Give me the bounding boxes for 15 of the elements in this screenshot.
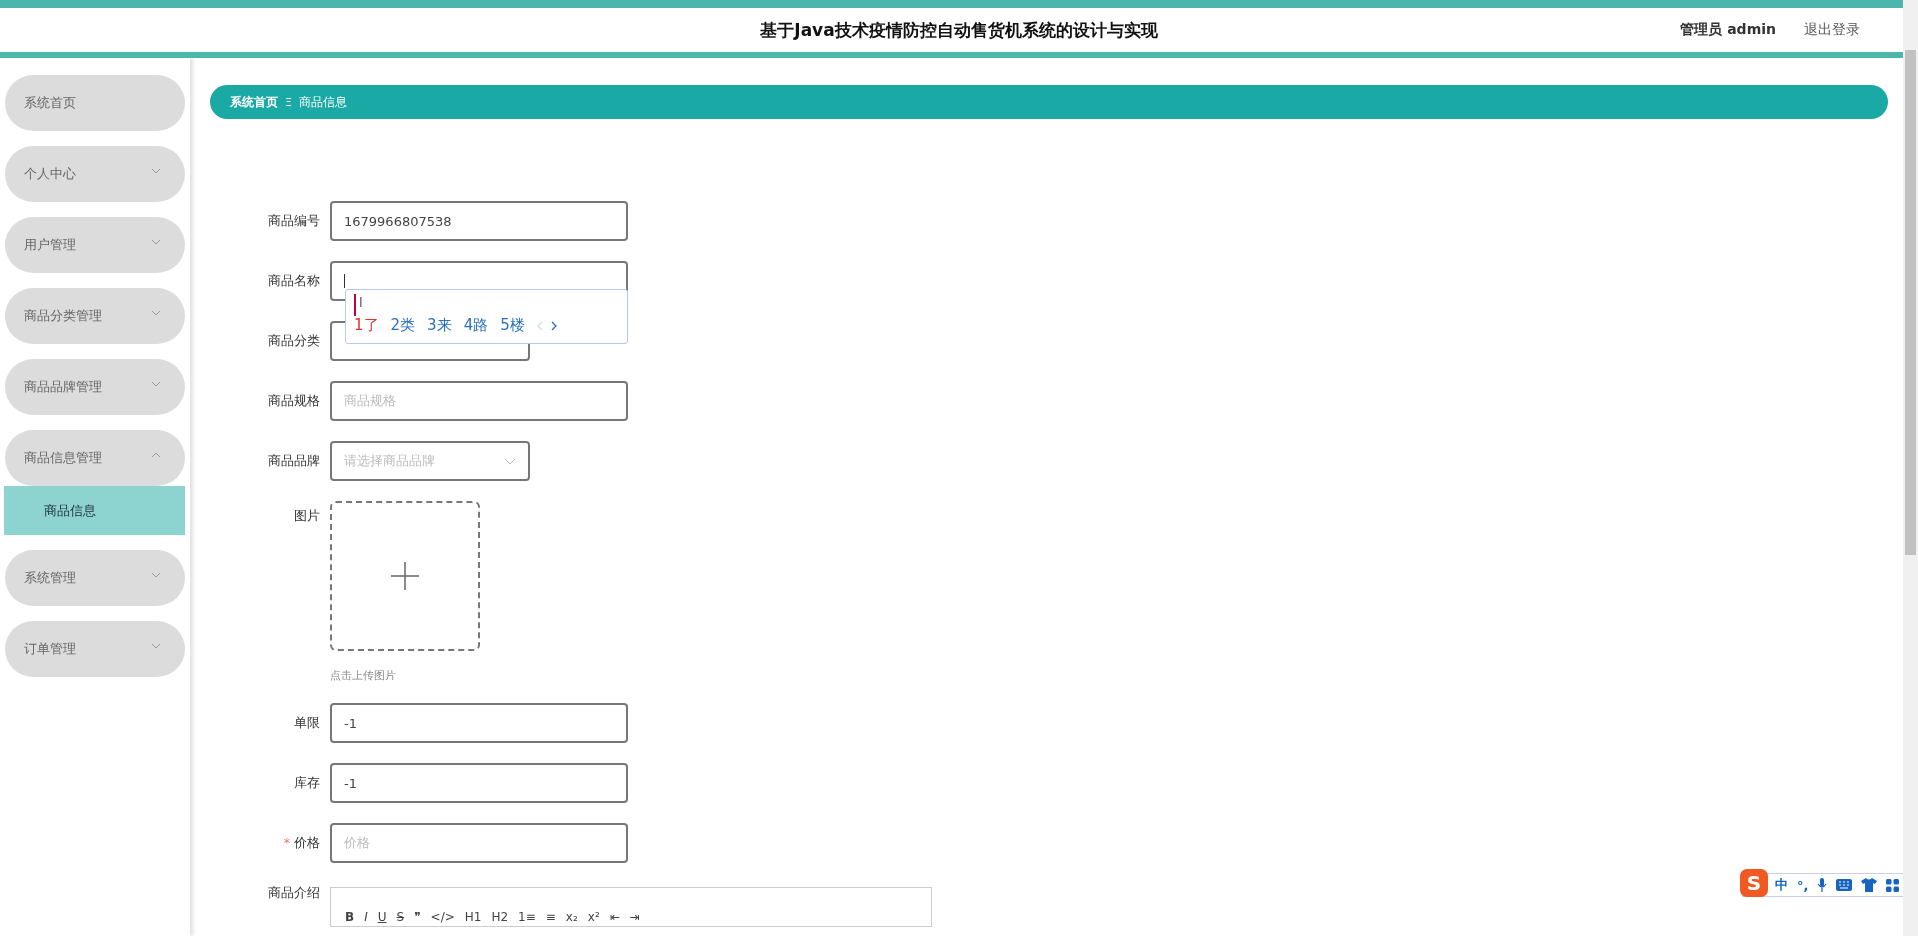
- field-label: 库存: [293, 774, 320, 792]
- field-label: 单限: [293, 714, 320, 732]
- field-label: 商品品牌: [267, 452, 320, 470]
- ime-composition: l: [354, 294, 363, 316]
- field-label: 商品规格: [267, 392, 320, 410]
- field-label: 商品名称: [267, 272, 320, 290]
- field-label: 商品分类: [267, 332, 320, 350]
- user-name: 管理员 admin: [1680, 21, 1776, 39]
- field-label: 图片: [293, 507, 320, 525]
- upload-hint: 点击上传图片: [330, 668, 397, 683]
- field-label: 商品编号: [267, 212, 320, 230]
- site-title: 基于Java技术疫情防控自动售货机系统的设计与实现: [760, 18, 1158, 42]
- separator-icon: Ξ: [285, 95, 292, 109]
- field-label: * 价格: [282, 834, 320, 852]
- field-label: 商品介绍: [267, 884, 320, 902]
